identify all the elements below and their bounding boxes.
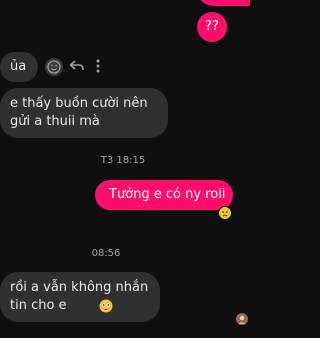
seen-avatar [236,310,248,325]
outgoing-message-2[interactable]: Tưởng e có ny roii [95,180,233,210]
message-text: e thấy buồn cười nên gửi a thuii mà [10,96,148,129]
outgoing-message-qq[interactable]: ?? [197,12,227,42]
message-text: ?? [205,19,219,34]
message-text: Tưởng e có ny roii [109,187,226,202]
incoming-message-3[interactable]: rồi a vẫn không nhắn tin cho e [0,272,160,322]
timestamp: T3 18:15 [100,155,146,166]
react-smiley-icon[interactable] [44,57,64,77]
timestamp: 08:56 [91,248,121,259]
message-text: rồi a vẫn không nhắn tin cho e [10,280,149,313]
message-text: ủa [10,59,27,74]
reply-icon[interactable] [69,58,85,74]
incoming-message-2[interactable]: e thấy buồn cười nên gửi a thuii mà [0,88,168,138]
sad-emoji-icon[interactable] [218,205,232,220]
more-options-icon[interactable] [95,58,101,74]
incoming-message-ua[interactable]: ủa [0,52,38,82]
flushed-emoji-icon [99,298,113,313]
outgoing-message-top[interactable] [196,0,250,6]
